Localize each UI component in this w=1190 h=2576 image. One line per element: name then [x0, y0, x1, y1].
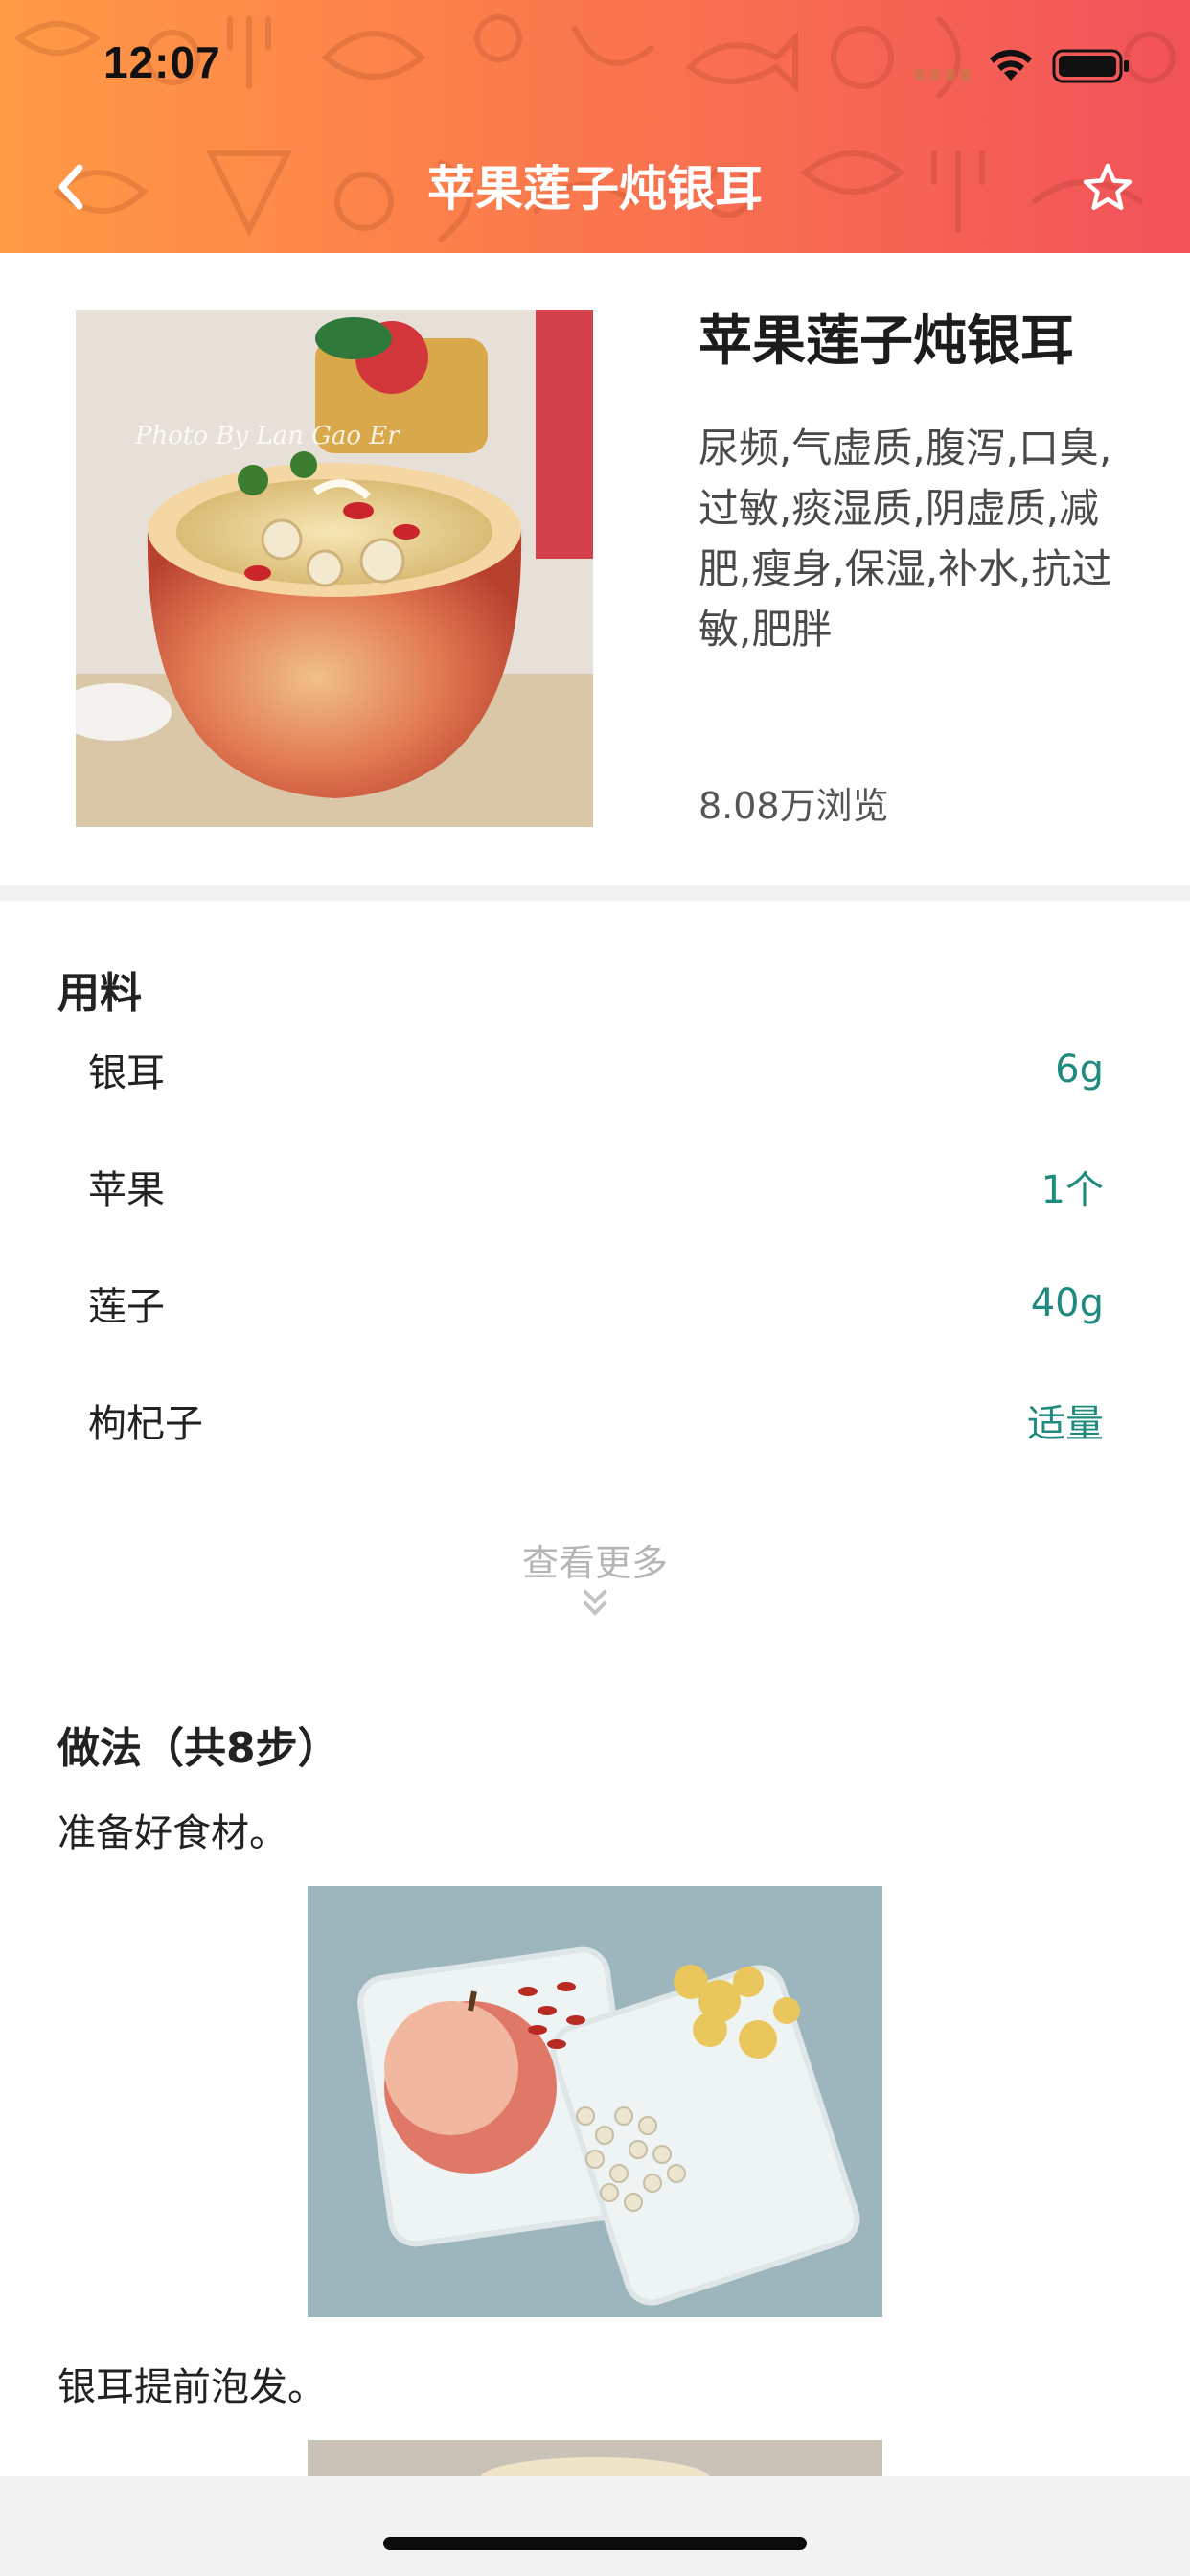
ingredient-amount: 适量 [1027, 1402, 1104, 1446]
step-image-illustration [308, 1886, 882, 2317]
ingredient-amount: 6g [1055, 1047, 1104, 1092]
wifi-icon [990, 49, 1032, 80]
recipe-tags: 尿频,气虚质,腹泻,口臭,过敏,痰湿质,阴虚质,减肥,瘦身,保湿,补水,抗过敏,… [698, 425, 1112, 653]
star-outline-icon [1083, 163, 1133, 211]
step-description: 银耳提前泡发。 [57, 2365, 326, 2409]
battery-icon [1052, 49, 1129, 83]
section-divider [0, 886, 1190, 901]
home-indicator [383, 2537, 807, 2550]
show-more-label: 查看更多 [521, 1542, 668, 1584]
steps-title: 做法（共8步） [57, 1724, 340, 1773]
recipe-title: 苹果莲子炖银耳 [698, 310, 1074, 373]
ingredient-row: 苹果 1个 [57, 1129, 1104, 1244]
favorite-button[interactable] [1073, 153, 1142, 222]
view-count: 8.08万浏览 [698, 785, 889, 827]
ingredient-row: 莲子 40g [57, 1246, 1104, 1361]
status-time: 12:07 [103, 37, 221, 87]
step-image [308, 2440, 882, 2478]
ingredient-name: 银耳 [88, 1051, 165, 1095]
page-title: 苹果莲子炖银耳 [427, 161, 763, 217]
recipe-photo-illustration: Photo By Lan Gao Er [76, 310, 593, 827]
bottom-safe-area [0, 2476, 1190, 2576]
photo-watermark: Photo By Lan Gao Er [134, 422, 400, 450]
ingredient-name: 莲子 [88, 1285, 165, 1329]
cellular-signal-icon [914, 69, 971, 80]
step-image [308, 1886, 882, 2317]
ingredient-amount: 1个 [1041, 1168, 1104, 1212]
ingredients-title: 用料 [57, 969, 142, 1018]
ingredient-row: 银耳 6g [57, 1012, 1104, 1127]
ingredient-name: 苹果 [88, 1168, 165, 1212]
ingredient-amount: 40g [1030, 1281, 1104, 1325]
ingredient-row: 枸杞子 适量 [57, 1363, 1104, 1478]
show-more-button[interactable]: 查看更多 [0, 1533, 1190, 1621]
double-chevron-down-icon [584, 1590, 606, 1616]
step-image-illustration [308, 2440, 882, 2478]
recipe-photo: Photo By Lan Gao Er [76, 310, 593, 827]
step-description: 准备好食材。 [57, 1811, 287, 1855]
navigation-header: 12:07 苹果莲子炖银耳 [0, 0, 1190, 253]
ingredient-name: 枸杞子 [88, 1402, 203, 1446]
